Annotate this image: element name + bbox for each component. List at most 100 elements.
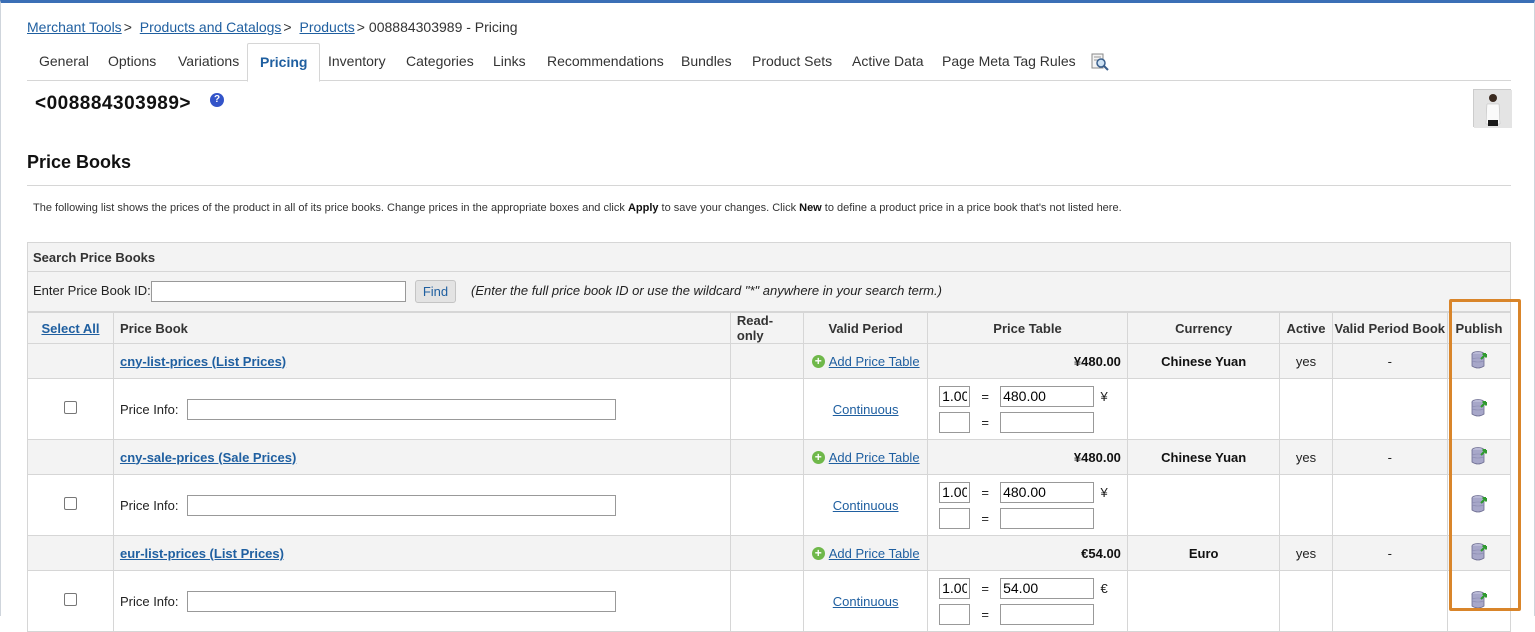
divider [27,185,1511,186]
tab-variations[interactable]: Variations [166,43,251,81]
add-price-table-button[interactable]: + Add Price Table [811,354,920,369]
row-checkbox[interactable] [63,497,77,510]
valid-period-book-value: - [1331,535,1449,571]
publish-database-icon[interactable] [1470,542,1488,565]
equals-sign: = [981,414,989,430]
empty-cell [1331,570,1449,632]
active-value: yes [1279,535,1333,571]
product-thumbnail[interactable] [1473,89,1512,128]
price-book-link[interactable]: eur-list-prices (List Prices) [120,546,284,561]
breadcrumb-link-products-and-catalogs[interactable]: Products and Catalogs [140,19,282,35]
add-price-table-link[interactable]: Add Price Table [829,450,920,465]
publish-database-icon[interactable] [1470,446,1488,469]
valid-period-cell: Continuous [803,378,929,440]
continuous-link[interactable]: Continuous [833,594,899,609]
breadcrumb-separator: > [283,19,292,35]
breadcrumb-current: 008884303989 - Pricing [368,19,518,35]
search-hint: (Enter the full price book ID or use the… [471,283,942,298]
tab-page-meta-tag-rules[interactable]: Page Meta Tag Rules [930,43,1088,81]
add-price-table-link[interactable]: Add Price Table [829,354,920,369]
price-value: ¥480.00 [927,439,1128,475]
tab-product-sets[interactable]: Product Sets [740,43,844,81]
tab-recommendations[interactable]: Recommendations [535,43,676,81]
add-price-table-button[interactable]: + Add Price Table [811,546,920,561]
read-only-cell [729,474,805,536]
price-info-row: Price Info: Continuous = € = [27,570,1511,632]
publish-cell [1447,474,1511,536]
publish-database-icon[interactable] [1470,494,1488,517]
amount-input[interactable] [1000,481,1095,503]
select-cell [27,474,114,536]
amount-input-empty[interactable] [1000,411,1095,433]
description-apply-keyword: Apply [627,202,659,214]
add-icon: + [811,355,825,368]
price-info-cell: Price Info: [112,570,731,632]
price-value: €54.00 [927,535,1128,571]
tab-options[interactable]: Options [96,43,168,81]
row-checkbox[interactable] [63,401,77,414]
quantity-input-empty[interactable] [939,507,971,529]
quantity-input[interactable] [939,481,971,503]
publish-database-icon[interactable] [1470,590,1488,613]
row-checkbox[interactable] [63,593,77,606]
read-only-cell [729,570,805,632]
table-header-row: Select All Price Book Read-only Valid Pe… [27,312,1511,344]
empty-cell [1126,378,1281,440]
quantity-input-empty[interactable] [939,411,971,433]
amount-input-empty[interactable] [1000,507,1095,529]
column-header-price-table: Price Table [927,312,1128,344]
price-book-link[interactable]: cny-list-prices (List Prices) [120,354,286,369]
add-price-table-button[interactable]: + Add Price Table [811,450,920,465]
price-info-input[interactable] [186,590,616,612]
read-only-cell [729,439,805,475]
publish-database-icon[interactable] [1470,350,1488,373]
price-info-label: Price Info: [119,401,179,417]
read-only-cell [729,378,805,440]
price-table-cell: = ¥ = [927,474,1128,536]
tab-pricing[interactable]: Pricing [247,43,321,82]
currency-value: Chinese Yuan [1126,343,1281,379]
tab-categories[interactable]: Categories [394,43,486,81]
select-cell [27,378,114,440]
continuous-link[interactable]: Continuous [833,402,899,417]
add-price-table-link[interactable]: Add Price Table [829,546,920,561]
quantity-input[interactable] [939,385,971,407]
description-text: to save your changes. Click [658,202,800,214]
magnifier-page-icon[interactable] [1091,53,1109,71]
continuous-link[interactable]: Continuous [833,498,899,513]
empty-cell [1331,474,1449,536]
tab-links[interactable]: Links [481,43,538,81]
tab-general[interactable]: General [27,43,101,81]
price-books-table: Select All Price Book Read-only Valid Pe… [27,312,1511,632]
help-icon[interactable]: ? [210,93,224,107]
select-all-link[interactable]: Select All [41,321,99,336]
section-title: Price Books [27,152,132,172]
price-info-input[interactable] [186,494,616,516]
person-image-icon [1474,90,1512,128]
publish-database-icon[interactable] [1470,398,1488,421]
empty-cell [27,343,114,379]
equals-sign: = [981,510,989,526]
find-button[interactable]: Find [415,280,456,303]
equals-sign: = [981,388,989,404]
tab-active-data[interactable]: Active Data [840,43,936,81]
amount-input[interactable] [1000,385,1095,407]
currency-value: Euro [1126,535,1281,571]
valid-period-cell: Continuous [803,474,929,536]
tab-bundles[interactable]: Bundles [669,43,744,81]
price-book-id-input[interactable] [151,281,406,302]
select-cell [27,570,114,632]
amount-input[interactable] [1000,577,1095,599]
price-info-input[interactable] [186,398,616,420]
publish-cell [1447,378,1511,440]
tab-inventory[interactable]: Inventory [316,43,398,81]
breadcrumb-link-merchant-tools[interactable]: Merchant Tools [27,19,122,35]
breadcrumb-link-products[interactable]: Products [299,19,354,35]
quantity-input[interactable] [939,577,971,599]
price-book-link[interactable]: cny-sale-prices (Sale Prices) [120,450,296,465]
select-all-header: Select All [27,312,114,344]
quantity-input-empty[interactable] [939,603,971,625]
column-header-valid-period: Valid Period [803,312,929,344]
search-row: Enter Price Book ID: Find (Enter the ful… [28,272,1510,312]
amount-input-empty[interactable] [1000,603,1095,625]
